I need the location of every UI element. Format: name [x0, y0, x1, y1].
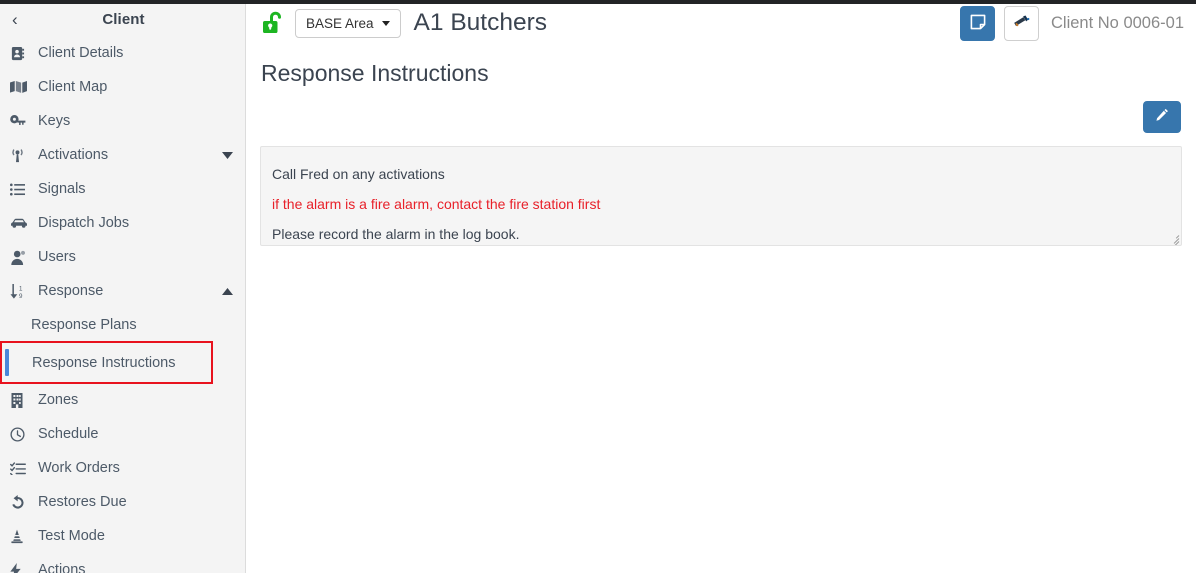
sort-numeric-down-icon: 19 [10, 283, 31, 299]
content-area: Response Instructions Call Fred on any a… [246, 60, 1196, 246]
sidebar-item-label: Response [38, 283, 104, 299]
sidebar-item-label: Client Map [38, 79, 108, 95]
instruction-line: if the alarm is a fire alarm, contact th… [272, 195, 601, 212]
main-header: BASE Area A1 Butchers Client No 0006-01 [246, 0, 1196, 46]
sidebar-item-label: Signals [38, 181, 86, 197]
area-select-dropdown[interactable]: BASE Area [295, 8, 401, 38]
sidebar-item-users[interactable]: Users [0, 240, 245, 274]
sidebar-item-label: Test Mode [38, 528, 105, 544]
main-content: BASE Area A1 Butchers Client No 0006-01 … [246, 0, 1196, 573]
sidebar-item-label: Restores Due [38, 494, 127, 510]
sidebar-item-zones[interactable]: Zones [0, 383, 245, 417]
sidebar-item-label: Dispatch Jobs [38, 215, 130, 231]
sidebar-item-label: Work Orders [38, 460, 120, 476]
client-name-title: A1 Butchers [413, 9, 548, 36]
sidebar-title: Client [102, 10, 145, 28]
list-icon [10, 183, 31, 196]
sidebar-nav: Client Details Client Map Keys Activatio… [0, 36, 245, 573]
page-title: Response Instructions [261, 60, 489, 86]
sidebar-item-label: Keys [38, 113, 71, 129]
clock-icon [10, 426, 31, 442]
caret-down-icon [381, 20, 390, 26]
sidebar-subitem-response-plans[interactable]: Response Plans [0, 308, 245, 342]
sidebar-item-label: Users [38, 249, 76, 265]
notes-button[interactable] [960, 5, 995, 41]
instruction-line: Call Fred on any activations [272, 165, 445, 182]
sidebar-item-activations[interactable]: Activations [0, 138, 245, 172]
client-no-label: Client No 0006-01 [1051, 13, 1184, 32]
sidebar-item-dispatch-jobs[interactable]: Dispatch Jobs [0, 206, 245, 240]
building-icon [10, 392, 31, 408]
sidebar-item-restores-due[interactable]: Restores Due [0, 485, 245, 519]
sidebar-item-work-orders[interactable]: Work Orders [0, 451, 245, 485]
broadcast-tower-icon [10, 148, 31, 163]
edit-row [260, 100, 1182, 133]
sidebar-subitem-label: Response Plans [31, 317, 137, 333]
unlock-green-icon[interactable] [260, 10, 285, 36]
sidebar-item-keys[interactable]: Keys [0, 104, 245, 138]
app-root: ‹ Client Client Details Client Map Keys … [0, 0, 1196, 573]
key-icon [10, 114, 31, 129]
address-book-icon [10, 46, 31, 61]
user-tie-icon [10, 250, 31, 265]
header-actions: Client No 0006-01 [960, 5, 1184, 41]
sidebar-item-label: Client Details [38, 45, 124, 61]
sidebar-header: ‹ Client [0, 2, 245, 36]
sidebar-subitem-response-instructions[interactable]: Response Instructions [0, 341, 213, 384]
top-accent-bar [0, 0, 1196, 4]
chevron-up-icon[interactable] [222, 287, 233, 295]
sidebar-item-actions[interactable]: Actions [0, 553, 245, 573]
sidebar-item-client-details[interactable]: Client Details [0, 36, 245, 70]
map-icon [10, 80, 31, 94]
sidebar-item-schedule[interactable]: Schedule [0, 417, 245, 451]
tasks-icon [10, 461, 31, 475]
bullhorn-icon [1013, 15, 1031, 32]
sidebar-item-label: Activations [38, 147, 109, 163]
chevron-down-icon[interactable] [222, 151, 233, 159]
sidebar-item-label: Schedule [38, 426, 99, 442]
sidebar-item-label: Zones [38, 392, 79, 408]
sidebar-item-test-mode[interactable]: Test Mode [0, 519, 245, 553]
sidebar-subitem-label: Response Instructions [32, 354, 176, 371]
traffic-cone-icon [10, 529, 31, 544]
pencil-icon [1155, 108, 1170, 126]
undo-icon [10, 494, 31, 510]
sidebar: ‹ Client Client Details Client Map Keys … [0, 0, 246, 573]
instruction-line: Please record the alarm in the log book. [272, 225, 520, 242]
svg-text:9: 9 [19, 293, 23, 299]
chevron-left-icon[interactable]: ‹ [12, 11, 32, 28]
area-select-label: BASE Area [306, 15, 374, 31]
sticky-note-icon [970, 14, 986, 33]
car-icon [10, 218, 31, 228]
sidebar-item-signals[interactable]: Signals [0, 172, 245, 206]
siren-button[interactable] [1004, 5, 1039, 41]
svg-text:1: 1 [19, 285, 23, 292]
sidebar-item-client-map[interactable]: Client Map [0, 70, 245, 104]
response-instructions-textarea[interactable]: Call Fred on any activations if the alar… [260, 145, 1182, 246]
bolt-icon [10, 562, 31, 573]
edit-button[interactable] [1143, 100, 1181, 133]
sidebar-item-label: Actions [38, 562, 86, 573]
sidebar-item-response[interactable]: 19 Response [0, 274, 245, 308]
